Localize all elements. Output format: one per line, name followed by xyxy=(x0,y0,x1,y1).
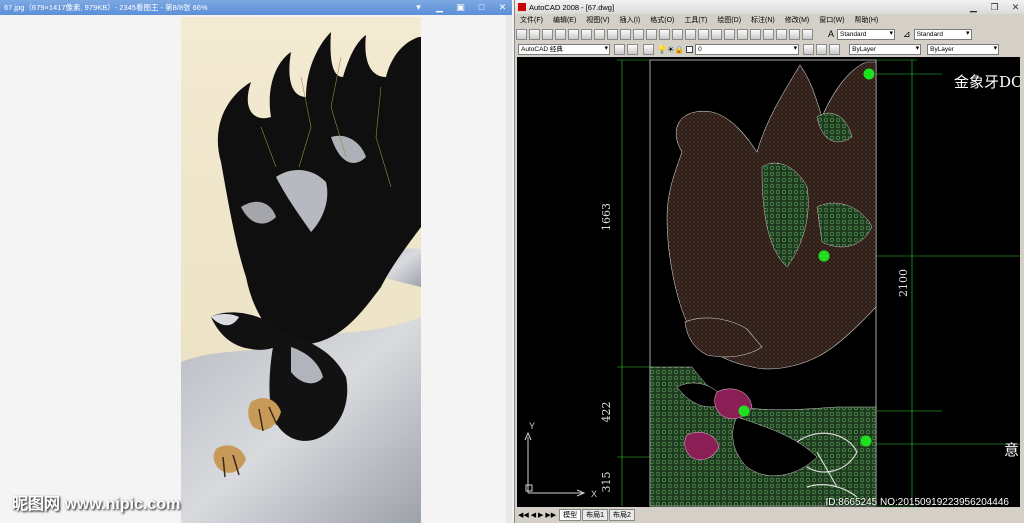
dim-text-total: 2100 xyxy=(897,269,910,297)
cad-titlebar[interactable]: AutoCAD 2008 - [67.dwg] ▁ ❐ ✕ xyxy=(515,0,1024,14)
restore-icon[interactable]: ❐ xyxy=(989,2,1000,12)
fullscreen-icon[interactable]: ▣ xyxy=(455,2,466,12)
dropdown-icon[interactable]: ▾ xyxy=(413,2,424,12)
menu-bar: 文件(F) 编辑(E) 视图(V) 插入(I) 格式(O) 工具(T) 绘图(D… xyxy=(515,14,1024,26)
drawing-canvas[interactable]: 1663 422 315 2100 金象牙DC 意 Y X xyxy=(517,57,1020,507)
tab-model[interactable]: 模型 xyxy=(559,509,582,521)
cad-drawing: 1663 422 315 2100 金象牙DC 意 Y X xyxy=(524,59,1020,507)
dim-style-select[interactable]: Standard xyxy=(913,28,972,40)
design-center-icon[interactable] xyxy=(737,28,748,40)
menu-insert[interactable]: 插入(I) xyxy=(615,15,646,25)
ucs-x-label: X xyxy=(591,489,597,499)
label-top: 金象牙DC xyxy=(954,73,1020,91)
lightbulb-icon: 💡 xyxy=(657,44,667,54)
menu-edit[interactable]: 编辑(E) xyxy=(548,15,581,25)
pan-icon[interactable] xyxy=(672,28,683,40)
make-current-icon[interactable] xyxy=(803,43,815,55)
sheet-set-icon[interactable] xyxy=(763,28,774,40)
autocad-logo-icon xyxy=(518,3,526,11)
open-icon[interactable] xyxy=(529,28,540,40)
id-watermark: ID:8665245 NO:20150919223956204446 xyxy=(825,497,1010,508)
undo-icon[interactable] xyxy=(646,28,657,40)
layer-select[interactable]: 0 xyxy=(695,43,800,55)
minimize-icon[interactable]: ▁ xyxy=(968,2,979,12)
close-icon[interactable]: ✕ xyxy=(1010,2,1021,12)
sun-icon: ☀ xyxy=(666,44,675,54)
tool-palettes-icon[interactable] xyxy=(750,28,761,40)
menu-modify[interactable]: 修改(M) xyxy=(780,15,815,25)
menu-dimension[interactable]: 标注(N) xyxy=(746,15,780,25)
layer-manager-icon[interactable] xyxy=(643,43,654,55)
grip-point xyxy=(863,68,875,80)
text-style-icon[interactable]: A xyxy=(828,29,834,39)
layer-states-icon[interactable] xyxy=(829,43,841,55)
cut-icon[interactable] xyxy=(594,28,605,40)
dim-text-middle: 422 xyxy=(600,402,613,423)
color-select[interactable]: ByLayer xyxy=(849,43,922,55)
new-icon[interactable] xyxy=(516,28,527,40)
workspace-settings-icon[interactable] xyxy=(614,43,625,55)
menu-window[interactable]: 窗口(W) xyxy=(814,15,849,25)
menu-format[interactable]: 格式(O) xyxy=(645,15,679,25)
help-icon[interactable] xyxy=(802,28,813,40)
print-icon[interactable] xyxy=(555,28,566,40)
eagle-stone-image xyxy=(181,17,421,523)
menu-help[interactable]: 帮助(H) xyxy=(850,15,884,25)
menu-draw[interactable]: 绘图(D) xyxy=(712,15,746,25)
grip-point xyxy=(738,405,750,417)
grip-point xyxy=(860,435,872,447)
tab-nav-icon[interactable]: ◀◀ ◀ ▶ ▶▶ xyxy=(518,511,556,519)
layers-toolbar: AutoCAD 经典 💡 ☀ 🔒 0 ByLayer ByLayer xyxy=(515,42,1024,56)
tab-layout1[interactable]: 布局1 xyxy=(582,509,609,521)
menu-tools[interactable]: 工具(T) xyxy=(679,15,712,25)
dim-style-icon[interactable]: ⊿ xyxy=(903,29,911,40)
preview-icon[interactable] xyxy=(568,28,579,40)
layout-tabs: ◀◀ ◀ ▶ ▶▶ 模型 布局1 布局2 xyxy=(515,507,1024,523)
redo-icon[interactable] xyxy=(659,28,670,40)
markup-icon[interactable] xyxy=(776,28,787,40)
nipic-watermark: 昵图网 www.nipic.com xyxy=(12,496,181,513)
cad-title: AutoCAD 2008 - [67.dwg] xyxy=(529,2,615,12)
publish-icon[interactable] xyxy=(581,28,592,40)
viewer-titlebar[interactable]: 67.jpg（679×1417像素, 979KB）- 2345看图王 - 第8/… xyxy=(0,0,512,15)
ucs-icon xyxy=(524,431,586,497)
lock-icon: 🔒 xyxy=(674,44,685,54)
calculator-icon[interactable] xyxy=(789,28,800,40)
layer-previous-icon[interactable] xyxy=(816,43,828,55)
autocad-window: AutoCAD 2008 - [67.dwg] ▁ ❐ ✕ 文件(F) 编辑(E… xyxy=(514,0,1024,523)
standard-toolbar: A Standard ⊿ Standard xyxy=(515,27,1024,41)
zoom-window-icon[interactable] xyxy=(698,28,709,40)
layer-color-icon xyxy=(686,45,694,53)
tab-layout2[interactable]: 布局2 xyxy=(609,509,635,521)
maximize-icon[interactable]: □ xyxy=(476,2,487,12)
save-icon[interactable] xyxy=(542,28,553,40)
copy-icon[interactable] xyxy=(607,28,618,40)
minimize-icon[interactable]: ▁ xyxy=(434,2,445,12)
match-properties-icon[interactable] xyxy=(633,28,644,40)
label-bottom: 意 xyxy=(1004,441,1019,459)
workspace-select[interactable]: AutoCAD 经典 xyxy=(518,43,610,55)
my-workspace-icon[interactable] xyxy=(627,43,638,55)
zoom-previous-icon[interactable] xyxy=(711,28,722,40)
linetype-select[interactable]: ByLayer xyxy=(927,43,1000,55)
dim-text-upper: 1663 xyxy=(600,203,613,231)
paste-icon[interactable] xyxy=(620,28,631,40)
viewer-title: 67.jpg（679×1417像素, 979KB）- 2345看图王 - 第8/… xyxy=(4,3,208,12)
menu-file[interactable]: 文件(F) xyxy=(515,15,548,25)
ucs-y-label: Y xyxy=(529,421,535,431)
grip-point xyxy=(818,250,830,262)
text-style-select[interactable]: Standard xyxy=(837,28,896,40)
dim-text-lower: 315 xyxy=(600,472,613,493)
zoom-realtime-icon[interactable] xyxy=(685,28,696,40)
menu-view[interactable]: 视图(V) xyxy=(581,15,614,25)
image-viewer-window: 67.jpg（679×1417像素, 979KB）- 2345看图王 - 第8/… xyxy=(0,0,512,523)
viewer-scrollbar[interactable] xyxy=(506,15,512,523)
close-icon[interactable]: ✕ xyxy=(497,2,508,12)
properties-icon[interactable] xyxy=(724,28,735,40)
